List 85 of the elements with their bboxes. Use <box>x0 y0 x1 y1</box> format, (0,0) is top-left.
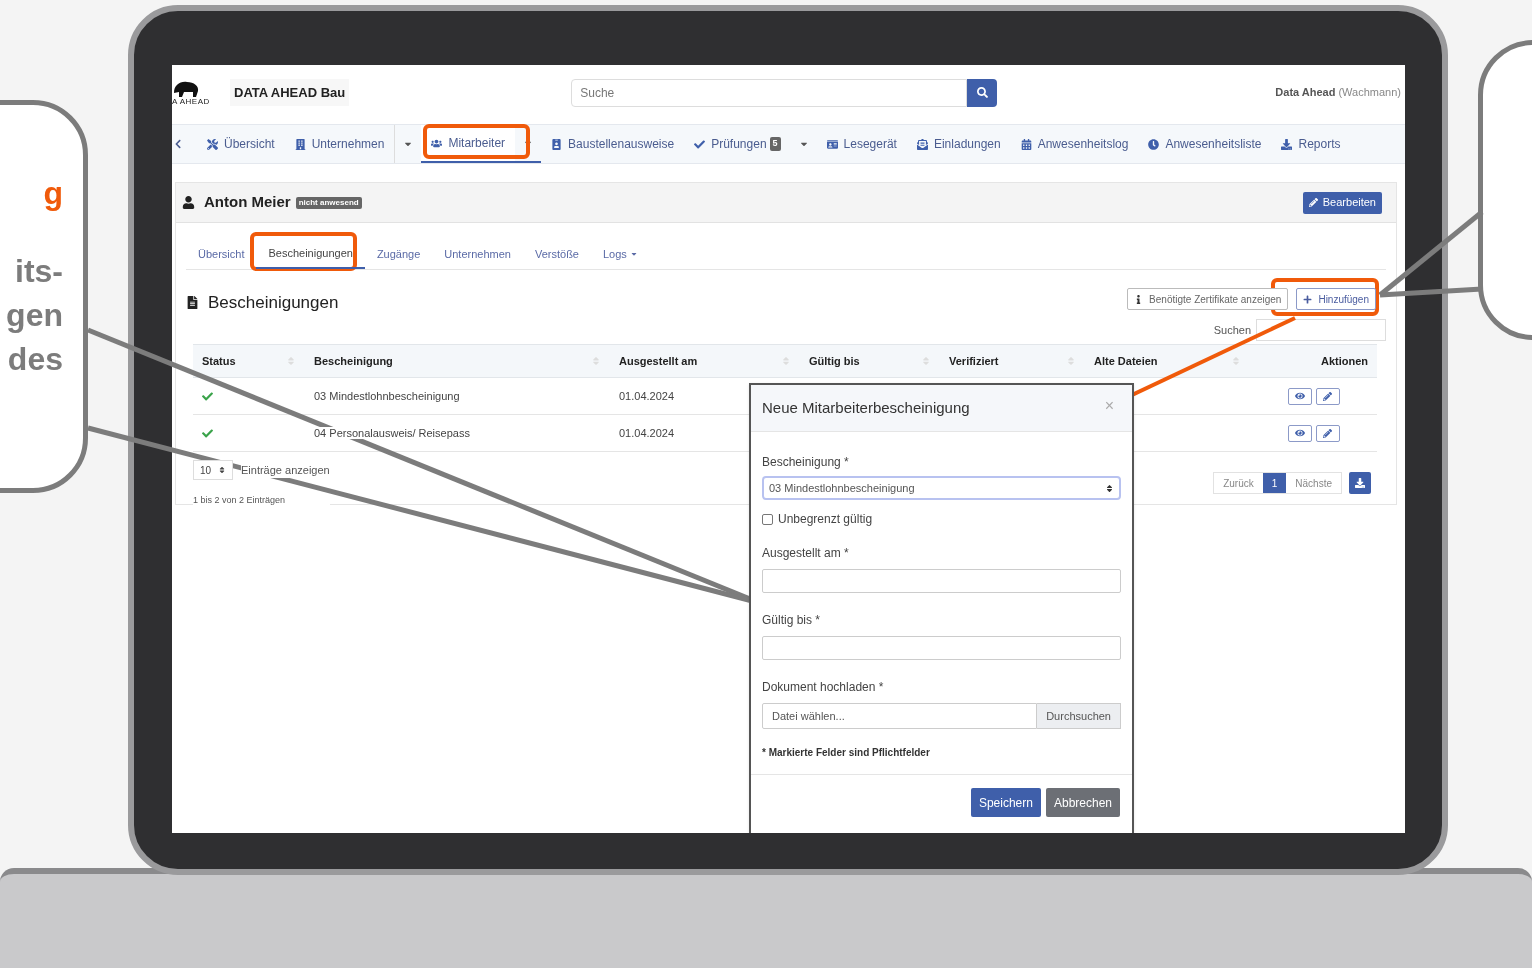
page-size-select[interactable]: 10 <box>193 460 233 480</box>
nav-item[interactable]: Anwesenheitsliste <box>1138 125 1272 163</box>
table-info: 1 bis 2 von 2 Einträgen <box>193 494 330 508</box>
nav-item[interactable]: Baustellenausweise <box>541 125 685 163</box>
tab[interactable]: Unternehmen <box>432 239 523 269</box>
tab[interactable]: Zugänge <box>364 239 433 269</box>
search-field[interactable]: Suche <box>571 78 968 107</box>
browse-button[interactable]: Durchsuchen <box>1037 703 1121 729</box>
callout-text: its- <box>15 252 63 291</box>
users-icon <box>431 137 443 149</box>
info-button[interactable]: Benötigte Zertifikate anzeigen <box>1127 288 1289 310</box>
nav-item[interactable]: Einladungen <box>906 125 1011 163</box>
nav-item[interactable]: Prüfungen 5 <box>684 125 791 163</box>
nav-item[interactable]: Übersicht <box>197 125 285 163</box>
table-cell: 04 Personalausweis/ Reisepass <box>314 426 470 439</box>
nav-item[interactable]: Reports <box>1271 125 1351 163</box>
nav-item[interactable]: Lesegerät <box>816 125 907 163</box>
sort-icon <box>921 356 931 366</box>
tab[interactable]: Verstöße <box>522 239 591 269</box>
edit-button[interactable]: Bearbeiten <box>1302 191 1382 214</box>
user-role: (Wachmann) <box>1338 85 1401 101</box>
id-card-icon <box>826 138 838 150</box>
search-icon <box>976 87 988 98</box>
download-icon <box>1281 138 1293 150</box>
input-field[interactable] <box>762 636 1121 660</box>
envelope-icon <box>916 138 928 150</box>
field-label: Bescheinigung * <box>762 454 850 471</box>
clock-icon <box>1148 138 1160 150</box>
checkbox[interactable] <box>762 513 773 525</box>
plus-icon <box>1303 294 1313 304</box>
building-icon <box>294 138 306 150</box>
callout-text: des <box>7 340 63 379</box>
download-button[interactable] <box>1349 472 1371 494</box>
file-field[interactable]: Datei wählen... <box>762 703 1038 729</box>
search-button[interactable] <box>967 78 998 107</box>
user-icon <box>182 196 195 209</box>
pencil-icon <box>1308 198 1318 207</box>
calendar-icon <box>1020 138 1032 150</box>
modal-title: Neue Mitarbeiterbescheinigung <box>762 397 970 418</box>
check-icon <box>694 138 706 150</box>
edit-button[interactable] <box>1315 424 1340 442</box>
save-button[interactable]: Speichern <box>970 788 1041 817</box>
sort-icon <box>1105 483 1114 493</box>
badge-icon <box>551 138 563 150</box>
eye-icon <box>1294 428 1305 438</box>
person-name: Anton Meier <box>204 192 291 213</box>
tab[interactable]: Übersicht <box>186 239 257 269</box>
count-badge: 5 <box>769 137 781 151</box>
edit-button[interactable] <box>1315 387 1340 405</box>
field-label: Dokument hochladen * <box>762 679 885 696</box>
bison-icon <box>172 79 200 97</box>
callout-text: gen <box>6 296 63 335</box>
brand-name: DATA AHEAD Bau <box>230 78 350 107</box>
field-label: Ausgestellt am * <box>762 545 850 562</box>
table-cell: 03 Mindestlohnbescheinigung <box>314 389 460 402</box>
nav-item[interactable]: Anwesenheitslog <box>1010 125 1139 163</box>
download-icon <box>1355 478 1365 488</box>
field-label: Gültig bis * <box>762 612 822 629</box>
document-icon <box>186 296 199 310</box>
sort-icon <box>218 466 226 474</box>
user-name: Data Ahead <box>1275 85 1336 101</box>
select-field[interactable]: 03 Mindestlohnbescheinigung <box>762 476 1121 500</box>
add-button[interactable]: Hinzufügen <box>1296 288 1376 310</box>
tools-icon <box>207 138 218 150</box>
eye-icon <box>1294 391 1305 401</box>
tab[interactable]: Bescheinigungen <box>256 239 365 269</box>
sort-icon <box>781 356 791 366</box>
section-title: Bescheinigungen <box>208 292 339 314</box>
pencil-icon <box>1323 391 1332 401</box>
sort-icon <box>286 356 296 366</box>
table-cell: 01.04.2024 <box>619 389 675 402</box>
pencil-icon <box>1323 428 1332 438</box>
sort-icon <box>591 356 601 366</box>
chevron-left-icon[interactable] <box>173 139 183 149</box>
status-badge: nicht anwesend <box>295 196 362 209</box>
input-field[interactable] <box>762 569 1121 593</box>
nav-item[interactable]: Unternehmen <box>284 125 395 163</box>
checkbox-label: Unbegrenzt gültig <box>778 511 873 528</box>
tab[interactable]: Logs <box>591 239 650 269</box>
next-page-button[interactable]: Nächste <box>1286 473 1341 493</box>
callout-heading: g <box>43 174 63 213</box>
table-cell: 01.04.2024 <box>619 426 675 439</box>
required-note: * Markierte Felder sind Pflichtfelder <box>762 746 931 760</box>
logo: A AHEAD <box>172 79 216 106</box>
cancel-button[interactable]: Abbrechen <box>1045 788 1120 817</box>
